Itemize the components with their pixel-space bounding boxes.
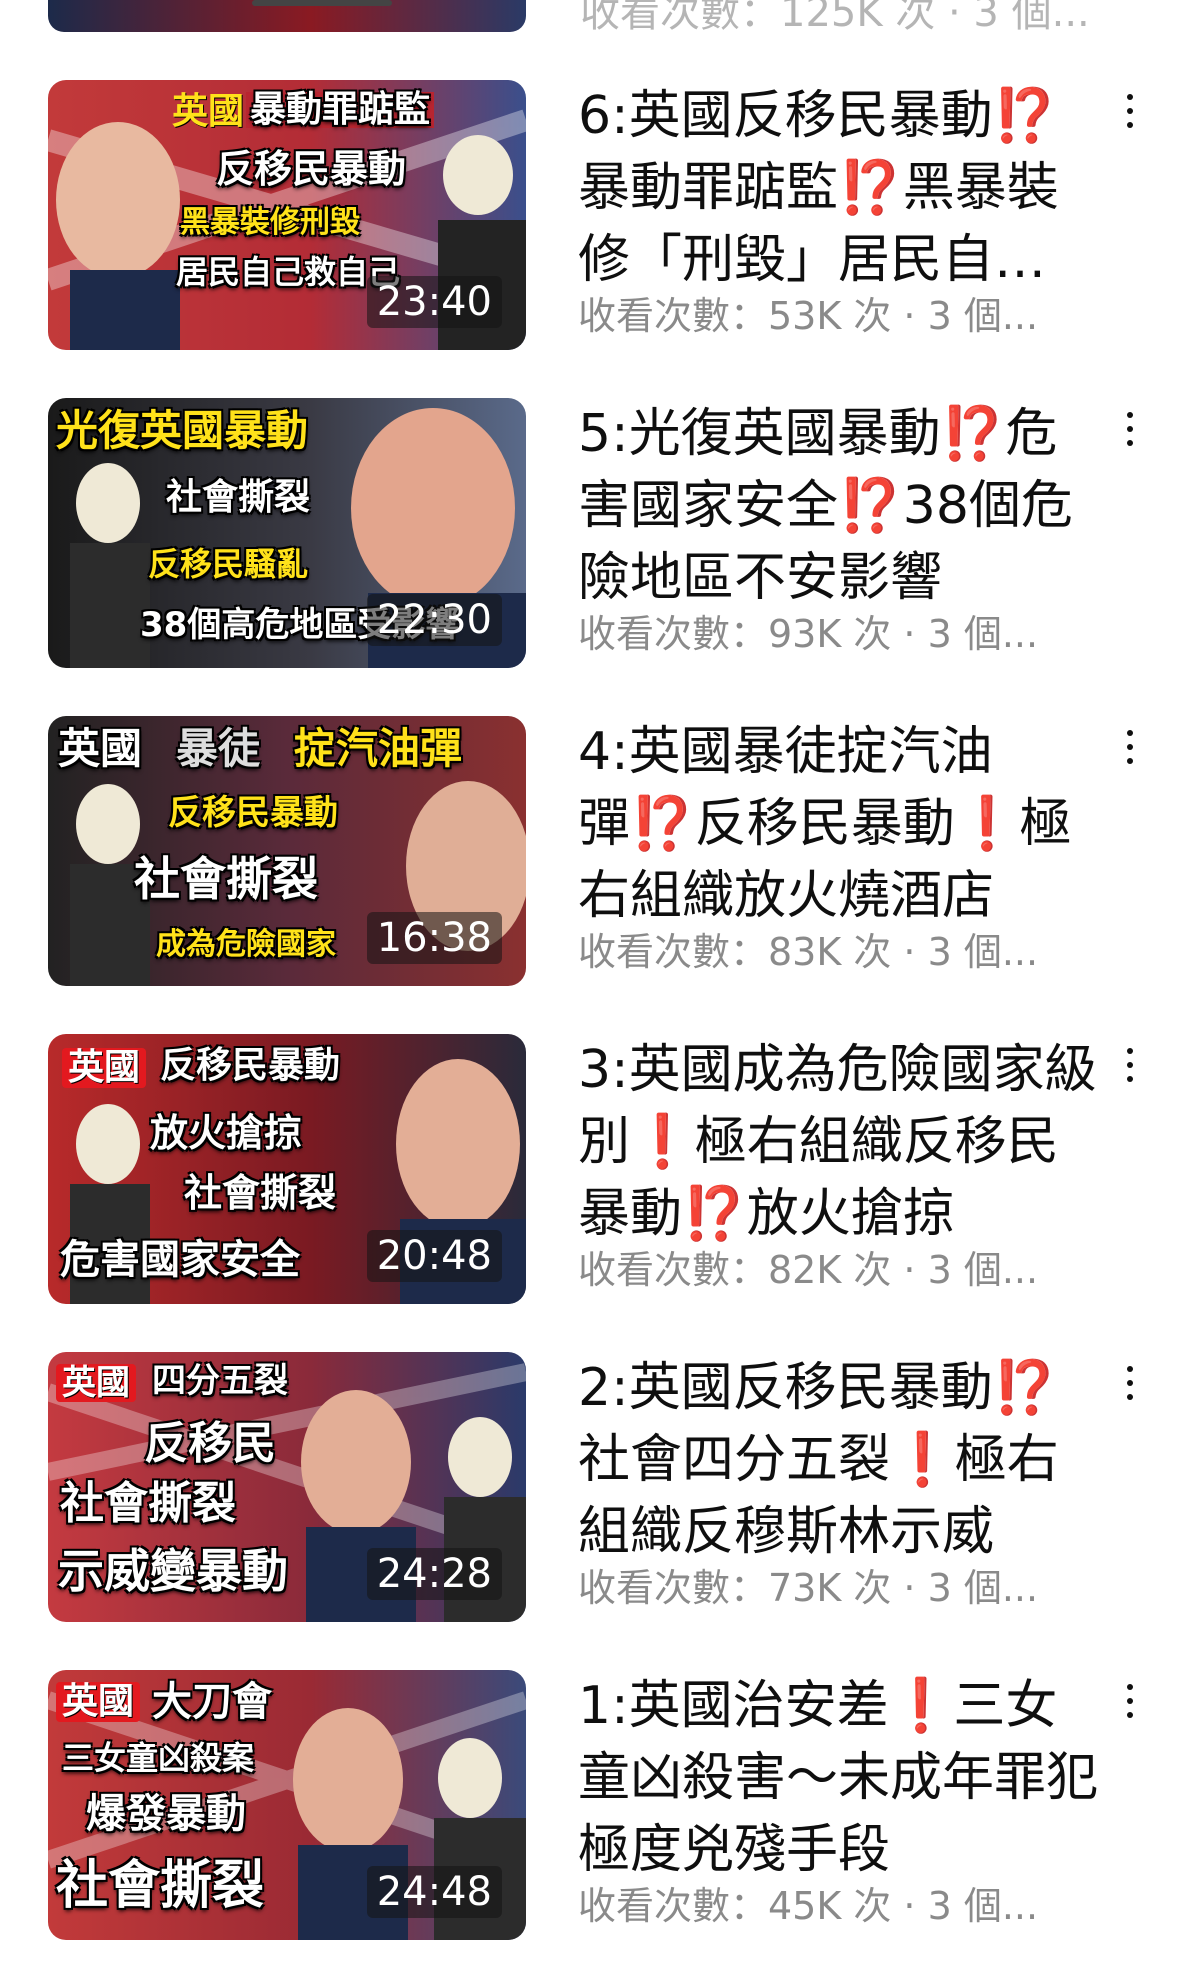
video-title[interactable]: 6:英國反移民暴動⁉️暴動罪踮監⁉️黑暴裝修「刑毀」居民自己救自己 xyxy=(578,80,1098,296)
thumb-caption: 英國 xyxy=(56,1364,136,1402)
thumb-caption: 暴徒 xyxy=(176,724,261,773)
thumb-caption: 危害國家安全 xyxy=(60,1237,300,1283)
video-title[interactable]: 2:英國反移民暴動⁉️社會四分五裂❗️極右組織反穆斯林示威 xyxy=(578,1352,1098,1568)
video-item[interactable]: 英國 大刀會 三女童凶殺案 爆發暴動 社會撕裂 24:48 1:英國治安差❗️三… xyxy=(0,1670,1179,1940)
video-item[interactable]: 英國 暴動罪踮監 反移民暴動 黑暴裝修刑毀 居民自己救自己 23:40 6:英國… xyxy=(0,80,1179,350)
thumb-caption: 反移民 xyxy=(144,1418,276,1469)
video-duration: 24:28 xyxy=(366,1548,502,1600)
video-item[interactable]: 英國 反移民暴動 放火搶掠 社會撕裂 危害國家安全 20:48 3:英國成為危險… xyxy=(0,1034,1179,1304)
more-options-icon[interactable] xyxy=(1118,1680,1142,1720)
thumb-caption: 示威變暴動 xyxy=(58,1544,288,1598)
video-duration: 20:48 xyxy=(366,1230,502,1282)
video-title[interactable]: 5:光復英國暴動⁉️危害國家安全⁉️38個危險地區不安影響 xyxy=(578,398,1098,614)
thumb-caption: 三女童凶殺案 xyxy=(62,1739,255,1777)
video-meta: 收看次數：82K 次 · 3 個... xyxy=(578,1248,1039,1292)
video-thumbnail[interactable]: 英國 大刀會 三女童凶殺案 爆發暴動 社會撕裂 24:48 xyxy=(48,1670,526,1940)
video-thumbnail[interactable]: 英國 反移民暴動 放火搶掠 社會撕裂 危害國家安全 20:48 xyxy=(48,1034,526,1304)
thumb-caption: 社會撕裂 xyxy=(134,852,318,906)
thumb-caption: 英國 xyxy=(56,1682,141,1722)
video-duration: 16:38 xyxy=(366,912,502,964)
thumb-caption: 社會撕裂 xyxy=(60,1478,236,1529)
video-duration: 22:30 xyxy=(366,594,502,646)
drag-handle xyxy=(252,0,392,6)
thumb-caption: 英國 xyxy=(62,1048,147,1088)
thumb-caption: 暴動罪踮監 xyxy=(246,92,435,128)
more-options-icon[interactable] xyxy=(1118,1362,1142,1402)
thumb-caption: 爆發暴動 xyxy=(86,1791,246,1837)
thumb-caption: 四分五裂 xyxy=(152,1361,288,1401)
thumb-caption: 放火搶掠 xyxy=(150,1111,303,1155)
thumb-caption: 光復英國暴動 xyxy=(56,406,309,455)
video-item[interactable]: 英國 四分五裂 反移民 社會撕裂 示威變暴動 24:28 2:英國反移民暴動⁉️… xyxy=(0,1352,1179,1622)
video-info[interactable]: 2:英國反移民暴動⁉️社會四分五裂❗️極右組織反穆斯林示威 收看次數：73K 次… xyxy=(578,1352,1098,1612)
video-title[interactable]: 1:英國治安差❗️三女童凶殺害～未成年罪犯 極度兇殘手段 xyxy=(578,1670,1098,1886)
video-meta: 收看次數：73K 次 · 3 個... xyxy=(578,1566,1039,1610)
video-info[interactable]: 5:光復英國暴動⁉️危害國家安全⁉️38個危險地區不安影響 收看次數：93K 次… xyxy=(578,398,1098,658)
video-title[interactable]: 4:英國暴徒掟汽油彈⁉️反移民暴動❗️極右組織放火燒酒店 xyxy=(578,716,1098,932)
thumb-caption: 英國 xyxy=(58,724,143,773)
video-info[interactable]: 3:英國成為危險國家級別❗️極右組織反移民暴動⁉️放火搶掠 收看次數：82K 次… xyxy=(578,1034,1098,1294)
video-item[interactable]: 英國 暴徒 掟汽油彈 反移民暴動 社會撕裂 成為危險國家 16:38 4:英國暴… xyxy=(0,716,1179,986)
video-thumbnail[interactable]: 光復英國暴動 社會撕裂 反移民騷亂 38個高危地區受影響 22:30 xyxy=(48,398,526,668)
video-info[interactable]: 4:英國暴徒掟汽油彈⁉️反移民暴動❗️極右組織放火燒酒店 收看次數：83K 次 … xyxy=(578,716,1098,976)
thumb-caption: 大刀會 xyxy=(152,1679,272,1725)
thumb-caption: 社會撕裂 xyxy=(166,477,311,518)
thumb-caption: 社會撕裂 xyxy=(56,1856,265,1916)
video-thumbnail[interactable]: 英國 暴徒 掟汽油彈 反移民暴動 社會撕裂 成為危險國家 16:38 xyxy=(48,716,526,986)
video-meta: 收看次數：125K 次 · 3 個... xyxy=(580,0,1090,36)
thumb-caption: 掟汽油彈 xyxy=(294,724,463,773)
video-thumbnail[interactable]: 英國 暴動罪踮監 反移民暴動 黑暴裝修刑毀 居民自己救自己 23:40 xyxy=(48,80,526,350)
video-duration: 24:48 xyxy=(366,1866,502,1918)
video-meta: 收看次數：53K 次 · 3 個... xyxy=(578,294,1039,338)
more-options-icon[interactable] xyxy=(1118,1044,1142,1084)
thumb-caption: 成為危險國家 xyxy=(156,927,336,962)
thumb-caption: 反移民暴動 xyxy=(168,793,338,833)
more-options-icon[interactable] xyxy=(1118,408,1142,448)
video-duration: 23:40 xyxy=(366,276,502,328)
thumb-caption: 黑暴裝修刑毀 xyxy=(180,205,360,240)
video-meta: 收看次數：93K 次 · 3 個... xyxy=(578,612,1039,656)
video-item[interactable]: 光復英國暴動 社會撕裂 反移民騷亂 38個高危地區受影響 22:30 5:光復英… xyxy=(0,398,1179,668)
video-thumbnail[interactable]: 英國 四分五裂 反移民 社會撕裂 示威變暴動 24:28 xyxy=(48,1352,526,1622)
video-info[interactable]: 6:英國反移民暴動⁉️暴動罪踮監⁉️黑暴裝修「刑毀」居民自己救自己 收看次數：5… xyxy=(578,80,1098,340)
video-info[interactable]: 1:英國治安差❗️三女童凶殺害～未成年罪犯 極度兇殘手段 收看次數：45K 次 … xyxy=(578,1670,1098,1930)
top-partial-item[interactable]: 收看次數：125K 次 · 3 個... xyxy=(0,0,1179,40)
thumb-caption: 英國 xyxy=(172,91,245,132)
more-options-icon[interactable] xyxy=(1118,90,1142,130)
video-title[interactable]: 3:英國成為危險國家級別❗️極右組織反移民暴動⁉️放火搶掠 xyxy=(578,1034,1098,1250)
video-meta: 收看次數：45K 次 · 3 個... xyxy=(578,1884,1039,1928)
thumb-caption: 反移民暴動 xyxy=(216,147,407,191)
thumb-caption: 社會撕裂 xyxy=(184,1171,337,1215)
thumb-caption: 反移民暴動 xyxy=(160,1045,341,1086)
video-meta: 收看次數：83K 次 · 3 個... xyxy=(578,930,1039,974)
thumb-caption: 反移民騷亂 xyxy=(148,545,309,583)
more-options-icon[interactable] xyxy=(1118,726,1142,766)
